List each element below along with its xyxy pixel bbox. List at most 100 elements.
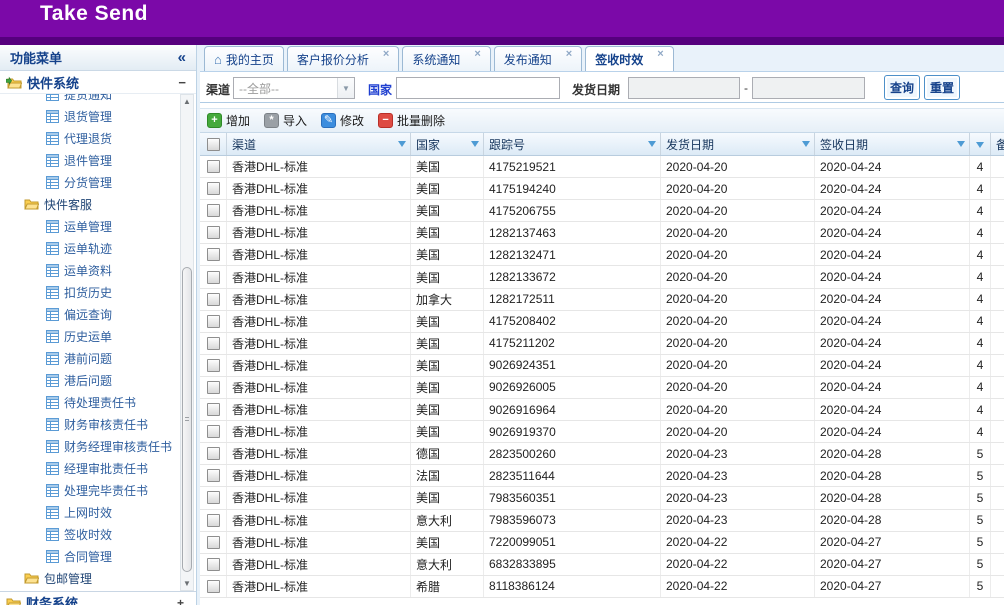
table-row[interactable]: 香港DHL-标准 法国 2823511644 2020-04-23 2020-0… <box>200 465 1004 487</box>
modify-button[interactable]: ✎ 修改 <box>321 112 364 129</box>
column-header-tracking[interactable]: 跟踪号 <box>484 133 661 155</box>
add-button[interactable]: + 增加 <box>207 112 250 129</box>
filter-icon[interactable] <box>648 141 656 151</box>
row-checkbox[interactable] <box>207 514 220 527</box>
close-icon[interactable]: × <box>657 48 663 60</box>
sidebar-item-6[interactable]: 运单管理 <box>0 215 196 237</box>
column-header-country[interactable]: 国家 <box>411 133 484 155</box>
sidebar-item-19[interactable]: 上网时效 <box>0 501 196 523</box>
table-row[interactable]: 香港DHL-标准 美国 4175219521 2020-04-20 2020-0… <box>200 156 1004 178</box>
row-checkbox[interactable] <box>207 580 220 593</box>
sidebar-item-9[interactable]: 扣货历史 <box>0 281 196 303</box>
channel-select[interactable]: --全部-- ▼ <box>233 77 355 99</box>
table-row[interactable]: 香港DHL-标准 美国 4175206755 2020-04-20 2020-0… <box>200 200 1004 222</box>
sidebar-item-13[interactable]: 港后问题 <box>0 369 196 391</box>
sidebar-item-15[interactable]: 财务审核责任书 <box>0 413 196 435</box>
search-button[interactable]: 查询 <box>884 75 920 100</box>
sidebar-item-22[interactable]: 包邮管理 <box>0 567 196 589</box>
row-checkbox[interactable] <box>207 425 220 438</box>
sidebar-item-12[interactable]: 港前问题 <box>0 347 196 369</box>
column-header-days[interactable] <box>970 133 991 155</box>
close-icon[interactable]: × <box>566 48 572 60</box>
sidebar-item-11[interactable]: 历史运单 <box>0 325 196 347</box>
table-row[interactable]: 香港DHL-标准 意大利 6832833895 2020-04-22 2020-… <box>200 554 1004 576</box>
scrollbar-thumb[interactable] <box>182 267 192 572</box>
sidebar-item-2[interactable]: 代理退货 <box>0 127 196 149</box>
sidebar-item-17[interactable]: 经理审批责任书 <box>0 457 196 479</box>
row-checkbox[interactable] <box>207 381 220 394</box>
close-icon[interactable]: × <box>474 48 480 60</box>
sidebar-section-finance-system[interactable]: 财务系统 + <box>0 591 196 605</box>
filter-icon[interactable] <box>398 141 406 151</box>
section-collapse-icon[interactable]: − <box>178 75 186 90</box>
table-row[interactable]: 香港DHL-标准 加拿大 1282172511 2020-04-20 2020-… <box>200 289 1004 311</box>
tab-customer-quote-analysis[interactable]: 客户报价分析 × <box>287 46 399 71</box>
table-row[interactable]: 香港DHL-标准 美国 4175208402 2020-04-20 2020-0… <box>200 311 1004 333</box>
reset-button[interactable]: 重置 <box>924 75 960 100</box>
scroll-down-icon[interactable]: ▼ <box>181 577 193 590</box>
date-from-input[interactable] <box>628 77 740 99</box>
sidebar-item-1[interactable]: 退货管理 <box>0 105 196 127</box>
sidebar-item-20[interactable]: 签收时效 <box>0 523 196 545</box>
sidebar-item-14[interactable]: 待处理责任书 <box>0 391 196 413</box>
sidebar-collapse-icon[interactable]: « <box>178 49 186 66</box>
sidebar-section-express-system[interactable]: 快件系统 − <box>0 71 196 94</box>
column-header-sign-date[interactable]: 签收日期 <box>815 133 970 155</box>
table-row[interactable]: 香港DHL-标准 美国 1282133672 2020-04-20 2020-0… <box>200 266 1004 288</box>
row-checkbox[interactable] <box>207 248 220 261</box>
row-checkbox[interactable] <box>207 447 220 460</box>
column-header-channel[interactable]: 渠道 <box>227 133 411 155</box>
column-header-remark[interactable]: 备注 <box>991 133 1004 155</box>
row-checkbox[interactable] <box>207 271 220 284</box>
sidebar-item-8[interactable]: 运单资料 <box>0 259 196 281</box>
sidebar-scrollbar[interactable]: ▲ ▼ <box>180 94 194 591</box>
table-row[interactable]: 香港DHL-标准 希腊 8118386124 2020-04-22 2020-0… <box>200 576 1004 598</box>
sidebar-item-5[interactable]: 快件客服 <box>0 193 196 215</box>
row-checkbox[interactable] <box>207 315 220 328</box>
filter-icon[interactable] <box>802 141 810 151</box>
row-checkbox[interactable] <box>207 491 220 504</box>
sidebar-item-16[interactable]: 财务经理审核责任书 <box>0 435 196 457</box>
table-row[interactable]: 香港DHL-标准 美国 9026916964 2020-04-20 2020-0… <box>200 399 1004 421</box>
sidebar-item-0[interactable]: 提货通知 <box>0 94 196 105</box>
batch-delete-button[interactable]: − 批量删除 <box>378 112 445 129</box>
country-input[interactable] <box>396 77 560 99</box>
table-row[interactable]: 香港DHL-标准 美国 7983560351 2020-04-23 2020-0… <box>200 487 1004 509</box>
sidebar-item-4[interactable]: 分货管理 <box>0 171 196 193</box>
table-row[interactable]: 香港DHL-标准 美国 9026926005 2020-04-20 2020-0… <box>200 377 1004 399</box>
table-row[interactable]: 香港DHL-标准 美国 4175194240 2020-04-20 2020-0… <box>200 178 1004 200</box>
select-all-checkbox[interactable] <box>207 138 220 151</box>
table-row[interactable]: 香港DHL-标准 美国 9026924351 2020-04-20 2020-0… <box>200 355 1004 377</box>
tab-publish-notice[interactable]: 发布通知 × <box>494 46 582 71</box>
table-row[interactable]: 香港DHL-标准 意大利 7983596073 2020-04-23 2020-… <box>200 510 1004 532</box>
tab-my-homepage[interactable]: ⌂ 我的主页 <box>204 46 284 71</box>
sidebar-item-21[interactable]: 合同管理 <box>0 545 196 567</box>
scroll-up-icon[interactable]: ▲ <box>181 95 193 108</box>
row-checkbox[interactable] <box>207 359 220 372</box>
tab-system-notice[interactable]: 系统通知 × <box>402 46 490 71</box>
tab-sign-timeliness[interactable]: 签收时效 × <box>585 46 673 71</box>
import-button[interactable]: * 导入 <box>264 112 307 129</box>
row-checkbox[interactable] <box>207 160 220 173</box>
sidebar-item-18[interactable]: 处理完毕责任书 <box>0 479 196 501</box>
row-checkbox[interactable] <box>207 182 220 195</box>
filter-icon[interactable] <box>957 141 965 151</box>
table-row[interactable]: 香港DHL-标准 美国 1282132471 2020-04-20 2020-0… <box>200 244 1004 266</box>
row-checkbox[interactable] <box>207 204 220 217</box>
table-row[interactable]: 香港DHL-标准 美国 4175211202 2020-04-20 2020-0… <box>200 333 1004 355</box>
column-header-ship-date[interactable]: 发货日期 <box>661 133 815 155</box>
table-row[interactable]: 香港DHL-标准 美国 1282137463 2020-04-20 2020-0… <box>200 222 1004 244</box>
sidebar-item-3[interactable]: 退件管理 <box>0 149 196 171</box>
filter-icon[interactable] <box>976 142 984 152</box>
table-row[interactable]: 香港DHL-标准 美国 7220099051 2020-04-22 2020-0… <box>200 532 1004 554</box>
filter-icon[interactable] <box>471 141 479 151</box>
close-icon[interactable]: × <box>383 48 389 60</box>
row-checkbox[interactable] <box>207 403 220 416</box>
table-row[interactable]: 香港DHL-标准 德国 2823500260 2020-04-23 2020-0… <box>200 443 1004 465</box>
row-checkbox[interactable] <box>207 469 220 482</box>
section-expand-icon[interactable]: + <box>177 596 184 605</box>
table-row[interactable]: 香港DHL-标准 美国 9026919370 2020-04-20 2020-0… <box>200 421 1004 443</box>
row-checkbox[interactable] <box>207 558 220 571</box>
date-to-input[interactable] <box>752 77 865 99</box>
row-checkbox[interactable] <box>207 293 220 306</box>
